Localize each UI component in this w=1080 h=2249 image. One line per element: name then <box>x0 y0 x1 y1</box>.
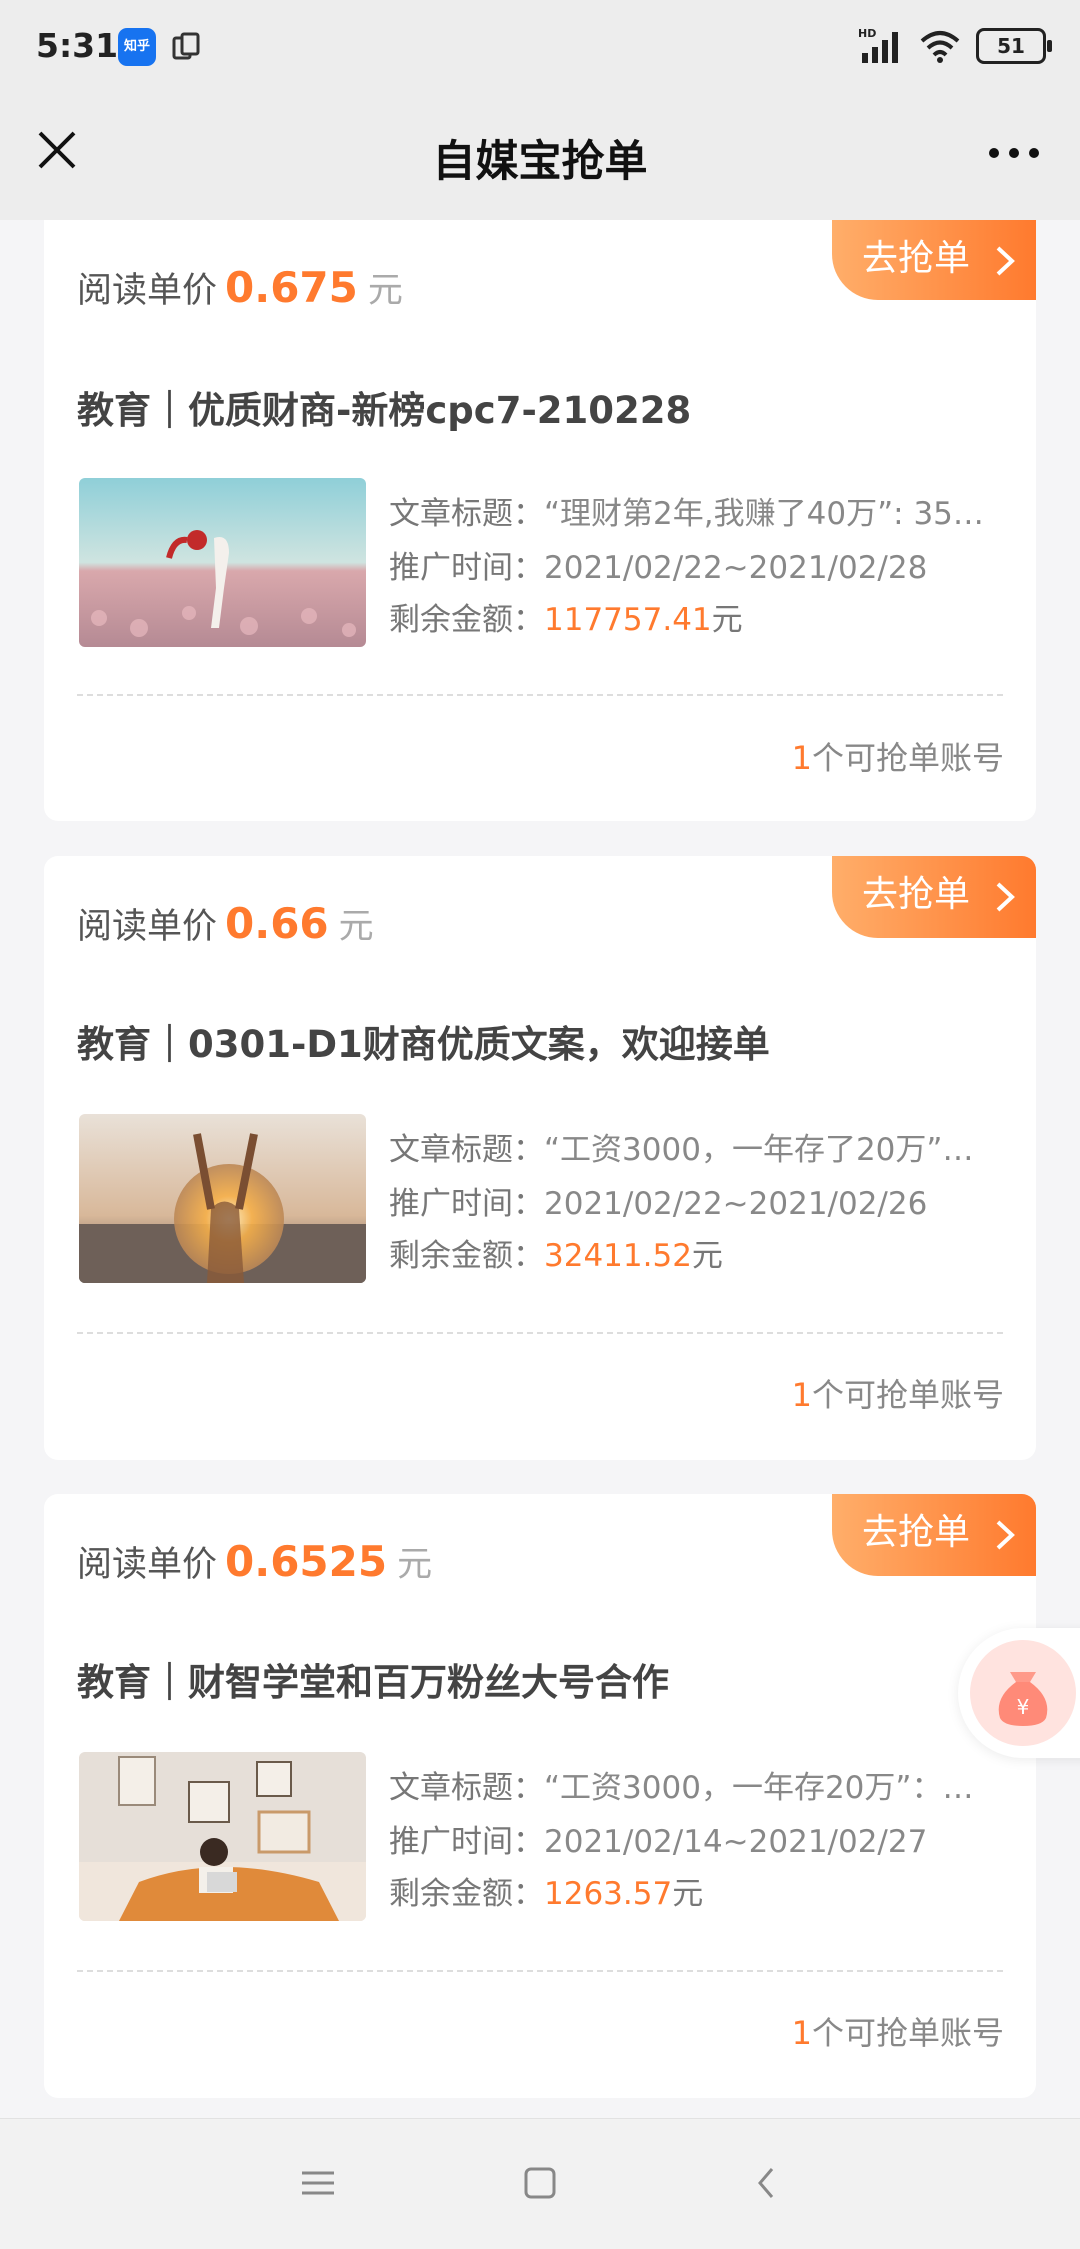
available-accounts-label: 个可抢单账号 <box>811 1376 1004 1414</box>
app-header: 自媒宝抢单 <box>0 95 1080 220</box>
card-title: 教育｜优质财商-新榜cpc7-210228 <box>77 389 692 432</box>
order-card: 去抢单 阅读单价 0.675 元 教育｜优质财商-新榜cpc7-210228 文章标… <box>44 220 1036 821</box>
available-accounts-count: 1 <box>791 1376 812 1414</box>
grab-order-label: 去抢单 <box>862 874 971 915</box>
price-label: 阅读单价 <box>77 271 218 311</box>
promotion-period-row: 推广时间：2021/02/14~2021/02/27 <box>389 1816 989 1861</box>
available-accounts-count: 1 <box>791 2014 812 2052</box>
article-title-label: 文章标题： <box>389 1770 544 1806</box>
price-label: 阅读单价 <box>77 1545 218 1585</box>
available-accounts: 1个可抢单账号 <box>792 2008 1004 2054</box>
network-label: HD <box>858 27 876 40</box>
promotion-period-row: 推广时间：2021/02/22~2021/02/26 <box>389 1178 989 1223</box>
article-title-row: 文章标题：“工资3000，一年存20万”：… <box>389 1762 989 1807</box>
card-title: 教育｜0301-D1财商优质文案，欢迎接单 <box>77 1023 770 1066</box>
available-accounts: 1个可抢单账号 <box>792 1370 1004 1416</box>
price-label: 阅读单价 <box>77 907 218 947</box>
signal-icon: HD <box>858 27 898 63</box>
promotion-period-value: 2021/02/22~2021/02/28 <box>544 550 928 586</box>
remaining-balance-value: 32411.52 <box>544 1238 692 1274</box>
article-thumbnail <box>79 478 366 647</box>
grab-order-button[interactable]: 去抢单 <box>832 856 1036 938</box>
article-title-value: “理财第2年,我赚了40万”: 35… <box>544 496 984 532</box>
available-accounts: 1个可抢单账号 <box>792 733 1004 779</box>
chevron-right-icon <box>996 882 1015 912</box>
price-value: 0.6525 <box>225 1537 388 1586</box>
remaining-balance-row: 剩余金额：1263.57元 <box>389 1868 989 1913</box>
svg-text:¥: ¥ <box>1017 1695 1030 1719</box>
page-title: 自媒宝抢单 <box>432 137 648 187</box>
divider <box>77 1332 1003 1334</box>
grab-order-label: 去抢单 <box>862 238 971 279</box>
remaining-balance-label: 剩余金额： <box>389 602 544 638</box>
price-unit: 元 <box>338 907 374 947</box>
chevron-right-icon <box>996 246 1015 276</box>
price-value: 0.66 <box>225 899 329 948</box>
available-accounts-label: 个可抢单账号 <box>811 739 1004 777</box>
system-navigation-bar <box>0 2118 1080 2249</box>
floating-money-bag-button[interactable]: ¥ <box>958 1628 1080 1758</box>
article-title-row: 文章标题：“理财第2年,我赚了40万”: 35… <box>389 488 989 533</box>
remaining-balance-value: 1263.57 <box>544 1876 673 1912</box>
home-icon[interactable] <box>510 2159 570 2209</box>
price-row: 阅读单价 0.66 元 <box>77 898 374 949</box>
clipboard-icon <box>172 32 200 60</box>
promotion-period-label: 推广时间： <box>389 1186 544 1222</box>
article-title-label: 文章标题： <box>389 1132 544 1168</box>
price-row: 阅读单价 0.6525 元 <box>77 1536 432 1587</box>
price-unit: 元 <box>397 1545 433 1585</box>
more-options-icon[interactable] <box>974 123 1054 193</box>
price-value: 0.675 <box>225 263 358 312</box>
grab-order-button[interactable]: 去抢单 <box>832 1494 1036 1576</box>
menu-icon[interactable] <box>288 2159 348 2209</box>
divider <box>77 1970 1003 1972</box>
remaining-balance-row: 剩余金额：32411.52元 <box>389 1230 989 1275</box>
remaining-balance-unit: 元 <box>672 1876 704 1912</box>
remaining-balance-label: 剩余金额： <box>389 1876 544 1912</box>
chevron-right-icon <box>996 1520 1015 1550</box>
divider <box>77 694 1003 696</box>
money-bag-icon-bg: ¥ <box>970 1640 1076 1746</box>
remaining-balance-label: 剩余金额： <box>389 1238 544 1274</box>
remaining-balance-unit: 元 <box>691 1238 723 1274</box>
grab-order-button[interactable]: 去抢单 <box>832 220 1036 300</box>
article-thumbnail <box>79 1114 366 1283</box>
price-unit: 元 <box>367 271 403 311</box>
remaining-balance-row: 剩余金额：117757.41元 <box>389 594 989 639</box>
grab-order-label: 去抢单 <box>862 1512 971 1553</box>
battery-indicator: 51 <box>976 28 1052 64</box>
status-time: 5:31 <box>36 26 119 65</box>
promotion-period-value: 2021/02/22~2021/02/26 <box>544 1186 928 1222</box>
article-title-row: 文章标题：“工资3000，一年存了20万”… <box>389 1124 989 1169</box>
promotion-period-value: 2021/02/14~2021/02/27 <box>544 1824 928 1860</box>
card-title: 教育｜财智学堂和百万粉丝大号合作 <box>77 1661 669 1704</box>
status-indicators: HD 51 <box>858 26 1052 66</box>
article-title-value: “工资3000，一年存了20万”… <box>544 1132 974 1168</box>
available-accounts-label: 个可抢单账号 <box>811 2014 1004 2052</box>
price-row: 阅读单价 0.675 元 <box>77 262 403 313</box>
order-card: 去抢单 阅读单价 0.6525 元 教育｜财智学堂和百万粉丝大号合作 文章标题：“工… <box>44 1494 1036 2098</box>
order-card: 去抢单 阅读单价 0.66 元 教育｜0301-D1财商优质文案，欢迎接单 文章标题… <box>44 856 1036 1460</box>
wifi-icon <box>920 31 960 63</box>
promotion-period-label: 推广时间： <box>389 550 544 586</box>
remaining-balance-value: 117757.41 <box>544 602 712 638</box>
article-thumbnail <box>79 1752 366 1921</box>
article-title-value: “工资3000，一年存20万”：… <box>544 1770 974 1806</box>
money-bag-icon: ¥ <box>998 1672 1048 1726</box>
back-icon[interactable] <box>736 2159 796 2209</box>
promotion-period-label: 推广时间： <box>389 1824 544 1860</box>
article-title-label: 文章标题： <box>389 496 544 532</box>
remaining-balance-unit: 元 <box>711 602 743 638</box>
promotion-period-row: 推广时间：2021/02/22~2021/02/28 <box>389 542 989 587</box>
status-bar: 5:31 知乎 HD 51 <box>0 0 1080 95</box>
zhihu-app-icon: 知乎 <box>118 28 156 66</box>
available-accounts-count: 1 <box>791 739 812 777</box>
